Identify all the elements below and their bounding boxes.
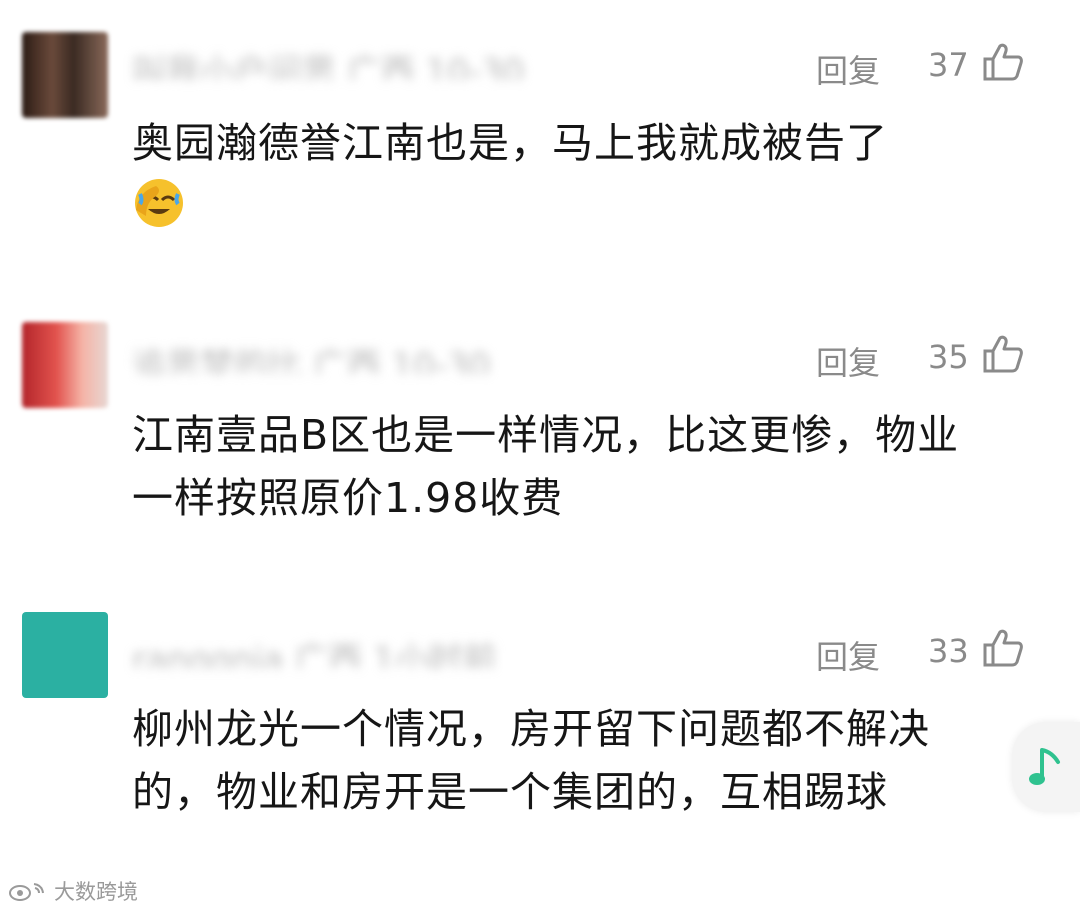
thumbs-up-icon[interactable]	[982, 628, 1024, 668]
username[interactable]: 追思梦的比 广西 10-30	[132, 338, 692, 374]
watermark: 大数跨境	[8, 876, 138, 906]
avatar[interactable]	[22, 612, 108, 698]
facepalm-laugh-emoji-icon	[135, 179, 183, 227]
reply-button[interactable]: 回复	[816, 338, 880, 384]
comment-text: 奥园瀚德誉江南也是，马上我就成被告了	[132, 119, 888, 167]
avatar[interactable]	[22, 322, 108, 408]
reply-button[interactable]: 回复	[816, 632, 880, 678]
weibo-logo-icon	[9, 883, 44, 901]
music-player-button[interactable]	[1012, 722, 1080, 812]
thumbs-up-icon[interactable]	[982, 334, 1024, 374]
like-count: 35	[928, 338, 969, 376]
username[interactable]: ranggnia 广西 1小时前	[132, 632, 692, 668]
comment-text: 江南壹品B区也是一样情况，比这更惨，物业一样按照原价1.98收费	[132, 411, 960, 522]
thumbs-up-icon[interactable]	[982, 42, 1024, 82]
like-count: 33	[928, 632, 969, 670]
username[interactable]: 叫我小户问思 广西 10-30	[132, 44, 692, 80]
watermark-text: 大数跨境	[54, 880, 138, 904]
comment-text: 柳州龙光一个情况，房开留下问题都不解决的，物业和房开是一个集团的，互相踢球	[132, 705, 930, 816]
reply-button[interactable]: 回复	[816, 46, 880, 92]
music-note-icon	[1029, 748, 1060, 785]
like-count: 37	[928, 46, 969, 84]
avatar[interactable]	[22, 32, 108, 118]
